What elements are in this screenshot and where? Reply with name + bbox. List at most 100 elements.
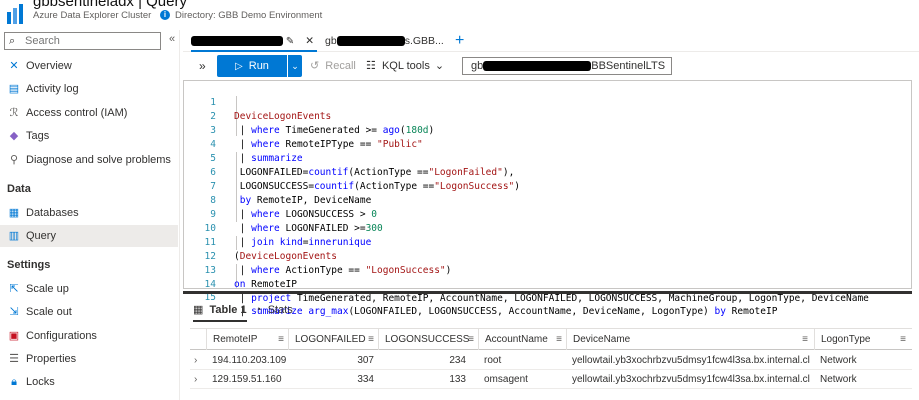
code-line: 5 LOGONFAILED=countif(ActionType =="Logo…: [210, 153, 515, 178]
tab-stats[interactable]: ◔ Stats: [255, 298, 293, 322]
tag-icon: ◆: [9, 130, 19, 142]
cell-logonfailed: 334: [357, 374, 374, 385]
redacted-tab-name: [191, 36, 283, 47]
code-line: 4 | summarize: [210, 139, 303, 164]
column-header-remoteip[interactable]: RemoteIP ≡: [206, 329, 288, 350]
expand-button[interactable]: »: [199, 55, 206, 77]
column-header-accountname[interactable]: AccountName ≡: [478, 329, 566, 350]
cell-logonsuccess: 234: [449, 355, 466, 366]
properties-icon: ☰: [9, 353, 19, 365]
cell-logonfailed: 307: [357, 355, 374, 366]
run-options-dropdown[interactable]: ⌄: [288, 55, 302, 77]
close-tab-icon[interactable]: ✕: [305, 35, 314, 47]
column-menu-icon[interactable]: ≡: [802, 329, 808, 350]
code-line: 7 by RemoteIP, DeviceName: [210, 181, 372, 206]
chevron-down-icon: ⌄: [291, 61, 299, 71]
code-line: 2 | where TimeGenerated >= ago(180d): [210, 111, 435, 136]
sidebar-item-configurations[interactable]: ▣ Configurations: [0, 325, 178, 347]
cell-logonsuccess: 133: [449, 374, 466, 385]
code-line: 12 | where ActionType == "LogonSuccess"): [204, 251, 452, 276]
table-row[interactable]: › 194.110.203.109 307 234 root yellowtai…: [190, 351, 912, 370]
menu-search-input[interactable]: [25, 34, 155, 48]
tab-table-1[interactable]: ▦ Table 1: [193, 298, 247, 322]
table-icon: ▦: [193, 304, 204, 316]
results-tabs: ▦ Table 1 ◔ Stats: [183, 298, 919, 322]
cell-remoteip: 129.159.51.160: [212, 374, 282, 385]
chevron-right-icon[interactable]: ›: [194, 370, 197, 389]
redacted-tab-name: [336, 36, 405, 47]
kql-tools-icon: ☷: [366, 60, 376, 72]
resource-type: Azure Data Explorer Cluster: [33, 10, 152, 21]
page-title: gbbsentineladx | Query: [33, 0, 187, 10]
collapse-menu-button[interactable]: «: [169, 33, 175, 45]
sidebar-item-access-control[interactable]: ℛ Access control (IAM): [0, 102, 178, 124]
column-header-logonsuccess[interactable]: LOGONSUCCESS ≡: [378, 329, 478, 350]
edit-icon[interactable]: ✎: [286, 36, 294, 47]
overview-icon: ✕: [9, 60, 19, 72]
sidebar-item-overview[interactable]: ✕ Overview: [0, 55, 178, 77]
cell-devicename: yellowtail.yb3xochrbzvu5dmsy1fcw4l3sa.bx…: [572, 355, 810, 366]
code-line: 6 LOGONSUCCESS=countif(ActionType =="Log…: [210, 167, 521, 192]
database-selector[interactable]: gb BBSentinelLTS: [462, 57, 672, 75]
column-menu-icon[interactable]: ≡: [556, 329, 562, 350]
code-line: 3 | where RemoteIPType == "Public": [210, 125, 423, 150]
query-editor[interactable]: 1 DeviceLogonEvents 2 | where TimeGenera…: [183, 80, 912, 317]
query-toolbar: » ▷ Run ⌄ ↺ Recall ☷ KQL tools ⌄ gb BBSent…: [183, 52, 919, 80]
menu-search[interactable]: ⌕: [4, 32, 161, 50]
code-line: 15 | summarize arg_max(LOGONFAILED, LOGO…: [204, 292, 778, 317]
sidebar-item-locks[interactable]: 🔒︎ Locks: [0, 371, 178, 393]
column-menu-icon[interactable]: ≡: [468, 329, 474, 350]
grid-header: RemoteIP ≡ LOGONFAILED ≡ LOGONSUCCESS ≡ Acc…: [190, 328, 912, 350]
sidebar-item-scale-out[interactable]: ⇲ Scale out: [0, 301, 178, 323]
chevron-down-icon: ⌄: [434, 60, 445, 72]
column-header-logontype[interactable]: LogonType ≡: [814, 329, 910, 350]
sidebar-item-query[interactable]: ▥ Query: [0, 225, 178, 247]
info-icon: i: [160, 10, 170, 20]
chevron-right-icon[interactable]: ›: [194, 351, 197, 370]
sidebar-item-properties[interactable]: ☰ Properties: [0, 348, 178, 370]
table-row[interactable]: › 129.159.51.160 334 133 omsagent yellow…: [190, 370, 912, 389]
kql-tools-button[interactable]: ☷ KQL tools ⌄: [366, 55, 444, 77]
sidebar-item-scale-up[interactable]: ⇱ Scale up: [0, 278, 178, 300]
code-line: 10 | join kind=innerunique: [204, 223, 372, 248]
stats-icon: ◔: [255, 304, 262, 316]
column-header-logonfailed[interactable]: LOGONFAILED ≡: [288, 329, 378, 350]
cell-accountname: root: [484, 355, 502, 366]
tab-query-2[interactable]: gb s.GBB...: [325, 30, 444, 52]
resource-menu: ⌕ « ✕ Overview ▤ Activity log ℛ Access c…: [0, 30, 180, 400]
redacted-database-name: [483, 61, 592, 72]
editor-results-splitter[interactable]: [183, 291, 912, 294]
query-icon: ▥: [8, 230, 20, 242]
configurations-icon: ▣: [8, 330, 20, 342]
cell-logontype: Network: [820, 374, 857, 385]
search-icon: ⌕: [9, 35, 16, 47]
column-menu-icon[interactable]: ≡: [278, 329, 284, 350]
column-menu-icon[interactable]: ≡: [900, 329, 906, 350]
code-line: 1 DeviceLogonEvents: [210, 97, 332, 122]
code-line: 13 on RemoteIP: [204, 265, 297, 290]
iam-icon: ℛ: [9, 107, 19, 119]
lock-icon: 🔒︎: [11, 376, 17, 388]
recall-button[interactable]: ↺ Recall: [310, 55, 356, 77]
scale-out-icon: ⇲: [9, 306, 19, 318]
cell-devicename: yellowtail.yb3xochrbzvu5dmsy1fcw4l3sa.bx…: [572, 374, 810, 385]
cell-remoteip: 194.110.203.109: [212, 355, 287, 366]
run-button[interactable]: ▷ Run: [217, 55, 287, 77]
scale-up-icon: ⇱: [9, 283, 19, 295]
add-tab-button[interactable]: +: [455, 30, 464, 52]
azure-data-explorer-logo: [7, 4, 23, 24]
tab-query-1[interactable]: ✎ ✕: [191, 30, 317, 52]
column-menu-icon[interactable]: ≡: [368, 329, 374, 350]
sidebar-item-tags[interactable]: ◆ Tags: [0, 125, 178, 147]
sidebar-item-activity-log[interactable]: ▤ Activity log: [0, 78, 178, 100]
directory-label: Directory: GBB Demo Environment: [175, 10, 323, 21]
query-tabs: ✎ ✕ gb s.GBB... +: [183, 30, 919, 52]
column-header-devicename[interactable]: DeviceName ≡: [566, 329, 812, 350]
sidebar-item-databases[interactable]: ▦ Databases: [0, 202, 178, 224]
blade-header: gbbsentineladx | Query Azure Data Explor…: [0, 0, 919, 30]
section-settings: Settings: [7, 259, 51, 271]
code-line: 9 | where LOGONFAILED >=300: [210, 209, 383, 234]
cell-accountname: omsagent: [484, 374, 528, 385]
sidebar-item-diagnose[interactable]: ⚲ Diagnose and solve problems: [0, 149, 178, 171]
play-icon: ▷: [235, 61, 243, 72]
